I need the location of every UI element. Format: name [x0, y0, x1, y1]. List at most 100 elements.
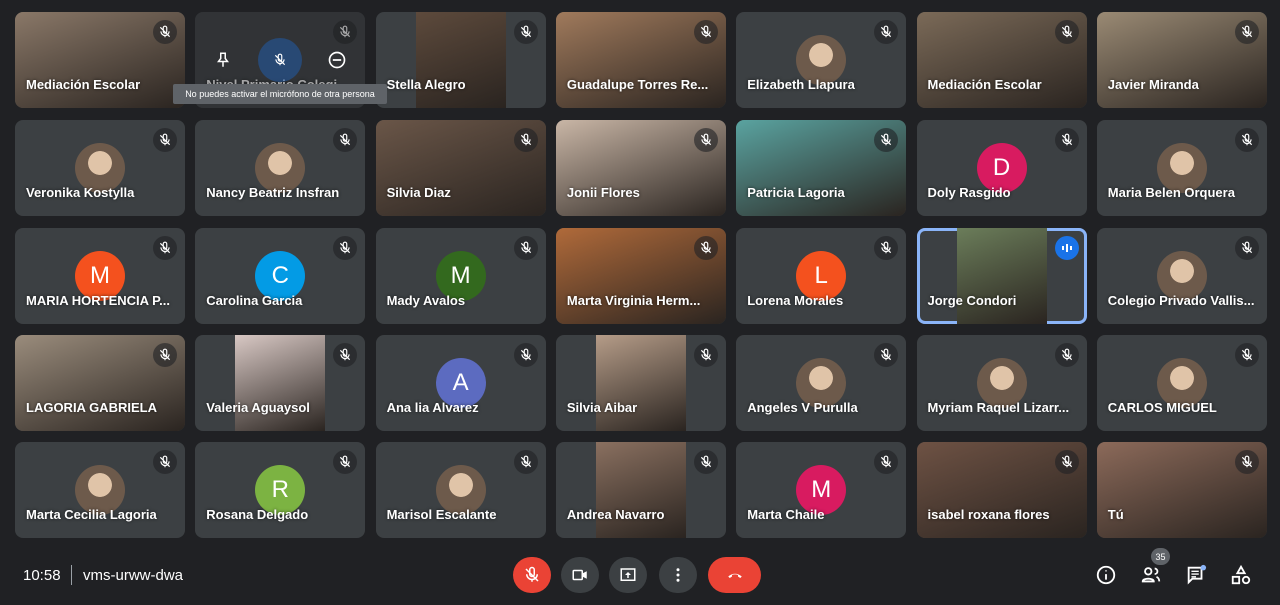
participant-tile[interactable]: Marisol Escalante [375, 442, 546, 538]
mic-muted-icon [153, 20, 177, 44]
hang-up-icon [727, 573, 742, 578]
mic-muted-icon [874, 343, 899, 367]
mic-muted-icon [153, 450, 177, 474]
participant-name: Andrea Navarro [566, 507, 665, 522]
mic-muted-icon [333, 236, 358, 260]
participant-tile[interactable]: Myriam Raquel Lizarr... [916, 335, 1087, 431]
leave-call-button[interactable] [708, 557, 761, 593]
participant-name: MARIA HORTENCIA P... [26, 293, 170, 308]
mic-muted-icon [874, 20, 899, 44]
mic-muted-icon [513, 343, 538, 367]
participant-tile[interactable]: Jonii Flores [555, 120, 726, 216]
mic-muted-icon [874, 236, 899, 260]
participant-name: Patricia Lagoria [747, 185, 845, 200]
participant-name: Doly Rasgido [927, 185, 1011, 200]
mic-muted-icon [1234, 343, 1259, 367]
participant-tile[interactable]: Guadalupe Torres Re... [555, 12, 726, 108]
mic-muted-icon [1054, 343, 1079, 367]
participant-tile[interactable]: Veronika Kostylla [15, 120, 185, 216]
remove-participant-button[interactable] [322, 45, 352, 75]
participant-tile[interactable]: CARLOS MIGUEL [1096, 335, 1267, 431]
participant-name: Mediación Escolar [927, 77, 1042, 92]
participant-name: Jonii Flores [566, 185, 640, 200]
participant-tile[interactable]: M Marta Chaile [736, 442, 907, 538]
mic-muted-icon [513, 128, 538, 152]
participant-name: Tú [1107, 507, 1124, 522]
participant-tile[interactable]: M MARIA HORTENCIA P... [15, 228, 185, 324]
pin-button[interactable] [208, 45, 238, 75]
participant-tile[interactable]: Marta Cecilia Lagoria [15, 442, 185, 538]
mic-muted-icon [513, 236, 538, 260]
present-icon [620, 568, 636, 581]
mic-muted-icon [153, 343, 177, 367]
participant-name: Mady Avalos [386, 293, 466, 308]
mic-muted-icon [874, 450, 899, 474]
divider [71, 565, 72, 585]
present-screen-button[interactable] [609, 557, 647, 593]
video-feed [595, 442, 686, 538]
participant-tile[interactable]: Silvia Diaz [375, 120, 546, 216]
participant-tile[interactable]: Nancy Beatriz Insfran [195, 120, 366, 216]
participant-tile[interactable]: LAGORIA GABRIELA [15, 335, 185, 431]
meeting-time: 10:58 [23, 567, 61, 584]
participant-tile[interactable]: Silvia Aibar [555, 335, 726, 431]
mic-off-icon [525, 566, 539, 582]
participant-tile[interactable]: Maria Belen Orquera [1096, 120, 1267, 216]
activities-button[interactable] [1226, 560, 1256, 590]
mic-muted-icon [693, 343, 718, 367]
participant-tile[interactable]: L Lorena Morales [736, 228, 907, 324]
mic-muted-icon [1054, 450, 1079, 474]
participant-name: Myriam Raquel Lizarr... [927, 400, 1070, 415]
participant-tile[interactable]: M Mady Avalos [375, 228, 546, 324]
participant-name: Nancy Beatriz Insfran [206, 185, 340, 200]
participant-tile[interactable]: Elizabeth Llapura [736, 12, 907, 108]
video-feed [595, 335, 686, 431]
participant-tile[interactable]: Stella Alegro [375, 12, 546, 108]
chat-button[interactable] [1181, 560, 1211, 590]
participant-tile[interactable]: Jorge Condori [916, 228, 1087, 324]
video-feed [415, 12, 506, 108]
participant-tile[interactable]: A Ana lia Alvarez [375, 335, 546, 431]
mic-muted-icon [1234, 20, 1259, 44]
participant-tile[interactable]: Javier Miranda [1096, 12, 1267, 108]
participant-name: Silvia Aibar [566, 400, 638, 415]
participant-name: LAGORIA GABRIELA [26, 400, 157, 415]
video-feed [956, 228, 1047, 324]
participant-name: Ana lia Alvarez [386, 400, 479, 415]
participant-tile[interactable]: Colegio Privado Vallis... [1096, 228, 1267, 324]
camera-toggle-button[interactable] [561, 557, 599, 593]
participant-tile[interactable]: R Rosana Delgado [195, 442, 366, 538]
participant-name: Marta Cecilia Lagoria [26, 507, 157, 522]
mic-muted-icon [1234, 450, 1259, 474]
mic-muted-icon [693, 450, 718, 474]
participant-name: Silvia Diaz [386, 185, 451, 200]
mute-participant-button[interactable] [258, 38, 303, 82]
participant-name: Stella Alegro [386, 77, 466, 92]
participant-name: Jorge Condori [927, 293, 1017, 308]
participant-tile[interactable]: isabel roxana flores [916, 442, 1087, 538]
participant-tile[interactable]: Tú [1096, 442, 1267, 538]
participant-tile[interactable]: D Doly Rasgido [916, 120, 1087, 216]
mic-muted-icon [1054, 20, 1079, 44]
mic-muted-icon [1234, 128, 1259, 152]
participant-tile[interactable]: C Carolina Garcia [195, 228, 366, 324]
info-icon [1096, 565, 1116, 585]
chat-icon [1187, 564, 1207, 585]
meeting-code: vms-urww-dwa [83, 567, 184, 584]
more-options-button[interactable] [659, 557, 697, 593]
participant-tile[interactable]: Andrea Navarro [555, 442, 726, 538]
participant-name: Angeles V Purulla [747, 400, 858, 415]
participant-tile[interactable]: Valeria Aguaysol [195, 335, 366, 431]
meeting-info-button[interactable] [1091, 560, 1121, 590]
participant-tile[interactable]: Marta Virginia Herm... [555, 228, 726, 324]
participant-tile[interactable]: Patricia Lagoria [736, 120, 907, 216]
participant-tile[interactable]: Mediación Escolar [15, 12, 185, 108]
camera-icon [572, 569, 587, 581]
mic-muted-icon [874, 128, 899, 152]
participant-tile[interactable]: Angeles V Purulla [736, 335, 907, 431]
mic-toggle-button[interactable] [513, 557, 551, 593]
pin-icon [217, 52, 230, 67]
participant-name: Marta Chaile [747, 507, 825, 522]
participant-tile[interactable]: Mediación Escolar [916, 12, 1087, 108]
more-vert-icon [676, 568, 680, 582]
